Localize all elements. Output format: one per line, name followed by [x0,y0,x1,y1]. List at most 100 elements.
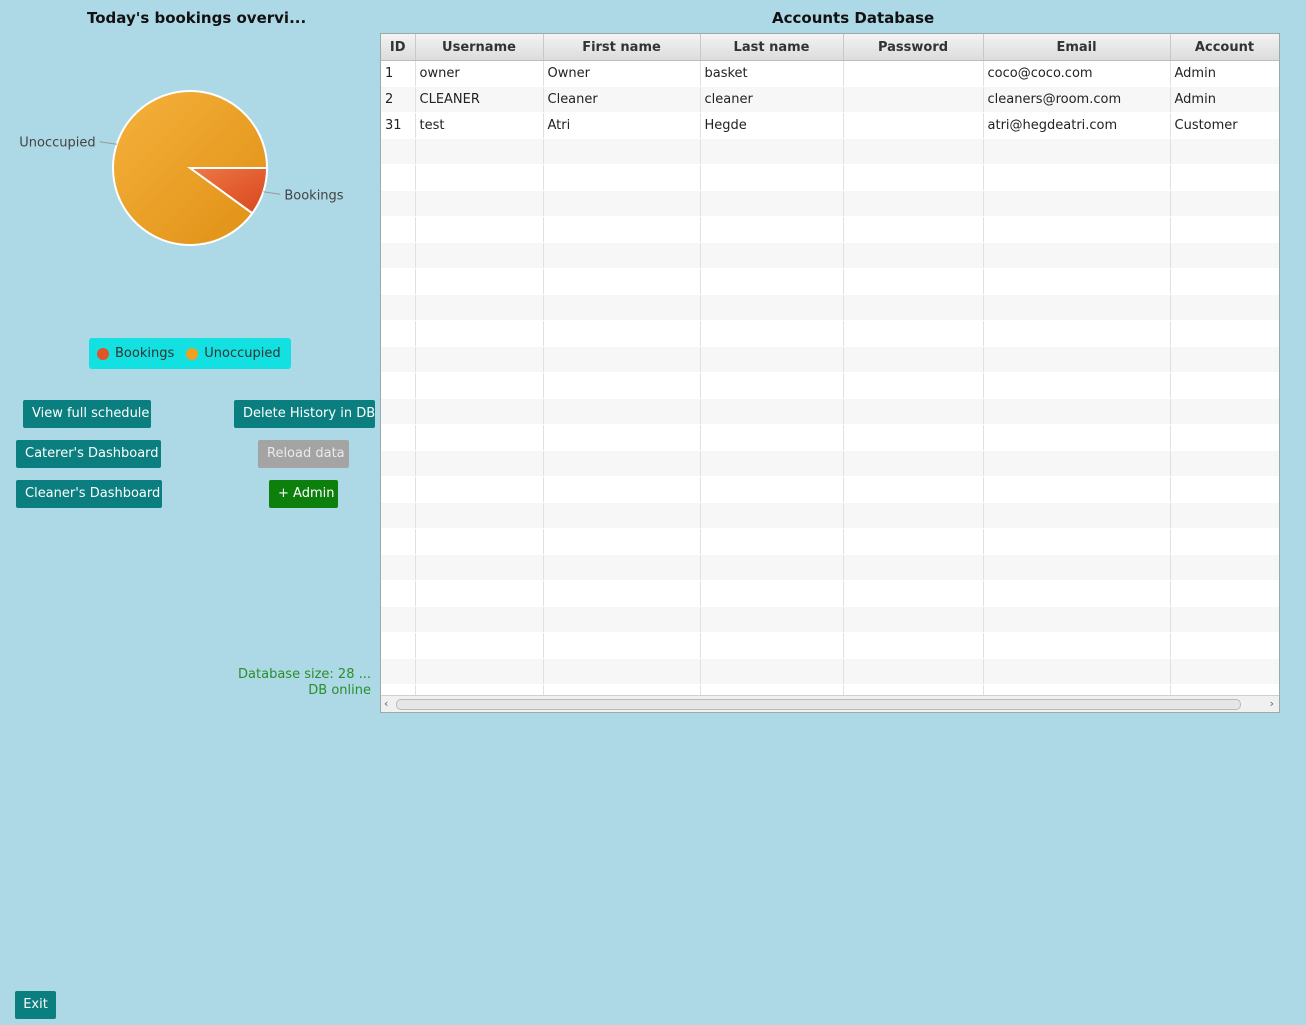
empty-cell [415,164,544,191]
empty-cell [983,398,1171,425]
column-header-id[interactable]: ID [381,34,416,61]
scroll-left-icon[interactable]: ‹ [384,696,388,712]
empty-table-row [381,450,1279,477]
table-header-row: ID Username First name Last name Passwor… [381,34,1279,61]
empty-cell [543,398,701,425]
empty-cell [415,606,544,633]
empty-table-row [381,242,1279,269]
cell-id: 1 [381,60,416,87]
empty-cell [381,632,416,659]
empty-cell [415,658,544,685]
table-row[interactable]: 31 test Atri Hegde atri@hegdeatri.com Cu… [381,112,1279,139]
empty-cell [381,658,416,685]
empty-cell [983,580,1171,607]
empty-cell [700,320,844,347]
empty-cell [415,216,544,243]
cell-id: 31 [381,112,416,139]
cleaners-dashboard-button[interactable]: Cleaner's Dashboard [16,480,162,508]
empty-cell [983,320,1171,347]
empty-cell [381,138,416,165]
empty-cell [1170,242,1279,269]
column-header-email[interactable]: Email [983,34,1171,61]
empty-cell [843,138,984,165]
empty-table-row [381,658,1279,685]
empty-cell [983,554,1171,581]
reload-data-button[interactable]: Reload data [258,440,349,468]
scrollbar-thumb[interactable] [396,699,1241,710]
column-header-password[interactable]: Password [843,34,984,61]
empty-table-row [381,320,1279,347]
empty-cell [1170,346,1279,373]
empty-cell [843,294,984,321]
empty-cell [983,294,1171,321]
empty-cell [543,268,701,295]
empty-cell [543,216,701,243]
column-header-account[interactable]: Account [1170,34,1279,61]
empty-cell [415,398,544,425]
empty-cell [1170,372,1279,399]
empty-cell [700,242,844,269]
view-full-schedule-button[interactable]: View full schedule [23,400,151,428]
empty-cell [1170,190,1279,217]
empty-cell [843,450,984,477]
add-admin-button[interactable]: + Admin [269,480,338,508]
empty-cell [415,424,544,451]
empty-cell [843,528,984,555]
empty-table-row [381,580,1279,607]
delete-history-button[interactable]: Delete History in DB [234,400,375,428]
cell-email: cleaners@room.com [983,86,1171,113]
empty-cell [843,320,984,347]
empty-cell [1170,320,1279,347]
accounts-table[interactable]: ID Username First name Last name Passwor… [380,33,1280,713]
empty-cell [381,424,416,451]
empty-cell [843,216,984,243]
empty-cell [700,658,844,685]
empty-cell [700,450,844,477]
empty-cell [700,528,844,555]
empty-cell [983,242,1171,269]
empty-cell [1170,658,1279,685]
scroll-right-icon[interactable]: › [1270,696,1274,712]
empty-cell [843,502,984,529]
empty-cell [843,658,984,685]
empty-cell [1170,450,1279,477]
empty-cell [381,398,416,425]
empty-cell [843,242,984,269]
empty-cell [543,242,701,269]
pie-leader-line [263,191,281,195]
empty-cell [843,476,984,503]
cell-last-name: cleaner [700,86,844,113]
bookings-legend-dot [97,347,109,360]
cell-account: Admin [1170,86,1279,113]
empty-table-row [381,190,1279,217]
exit-button[interactable]: Exit [15,991,56,1019]
empty-cell [1170,216,1279,243]
empty-cell [983,268,1171,295]
column-header-last-name[interactable]: Last name [700,34,844,61]
horizontal-scrollbar[interactable]: ‹ › [381,695,1279,712]
table-row[interactable]: 2 CLEANER Cleaner cleaner cleaners@room.… [381,86,1279,113]
empty-cell [700,268,844,295]
empty-table-row [381,268,1279,295]
table-row[interactable]: 1 owner Owner basket coco@coco.com Admin [381,60,1279,87]
empty-cell [700,580,844,607]
caterers-dashboard-button[interactable]: Caterer's Dashboard [16,440,161,468]
empty-cell [983,372,1171,399]
empty-cell [543,502,701,529]
empty-cell [415,320,544,347]
empty-table-row [381,216,1279,243]
empty-cell [543,320,701,347]
column-header-first-name[interactable]: First name [543,34,701,61]
empty-cell [415,268,544,295]
empty-cell [381,216,416,243]
empty-cell [843,580,984,607]
empty-cell [1170,502,1279,529]
column-header-username[interactable]: Username [415,34,544,61]
empty-cell [415,372,544,399]
empty-cell [843,398,984,425]
empty-cell [700,554,844,581]
legend-label-unoccupied: Unoccupied [204,346,281,361]
cell-last-name: basket [700,60,844,87]
cell-first-name: Cleaner [543,86,701,113]
empty-cell [1170,554,1279,581]
